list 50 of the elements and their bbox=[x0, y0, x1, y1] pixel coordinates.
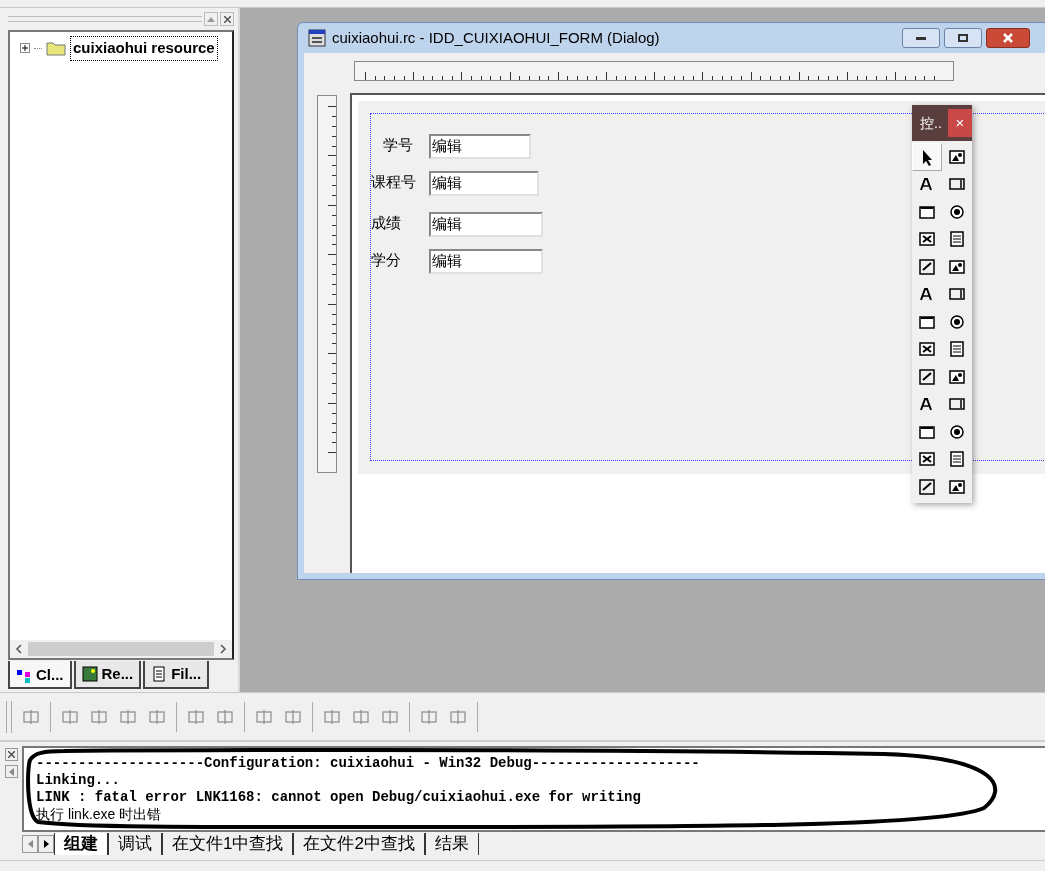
output-line: Linking... bbox=[36, 772, 120, 789]
picture-control-icon bbox=[948, 147, 966, 166]
field-label: 成绩 bbox=[371, 213, 402, 233]
close-icon bbox=[7, 751, 15, 758]
resource-icon bbox=[81, 666, 98, 682]
triangle-up-icon bbox=[207, 16, 215, 22]
triangle-left-icon bbox=[8, 767, 14, 776]
output-line: LINK : fatal error LNK1168: cannot open Debug/cuixiaohui.exe for writing bbox=[36, 789, 641, 806]
output-line: --------------------Configuration: cuixiaohui - Win32 Debug-------------------- bbox=[36, 755, 700, 772]
close-button[interactable] bbox=[4, 748, 18, 761]
chevron-right-icon[interactable] bbox=[219, 644, 227, 654]
close-icon bbox=[1002, 33, 1014, 43]
field-label: 学分 bbox=[371, 250, 402, 270]
control-tool[interactable] bbox=[912, 143, 942, 171]
workspace-tab[interactable]: Re... bbox=[73, 661, 142, 689]
close-button[interactable] bbox=[220, 12, 234, 26]
expand-icon[interactable] bbox=[20, 43, 30, 54]
maximize-button[interactable] bbox=[944, 28, 982, 48]
scroll-right-button[interactable] bbox=[38, 835, 54, 853]
output-tab[interactable]: 结果 bbox=[424, 833, 479, 855]
window-icon bbox=[308, 29, 326, 47]
output-tab[interactable]: 调试 bbox=[108, 833, 162, 855]
picture-control-icon bbox=[948, 477, 966, 496]
close-button[interactable]: × bbox=[948, 109, 972, 137]
field-label: 学号 bbox=[382, 135, 414, 155]
horizontal-scrollbar[interactable] bbox=[10, 640, 232, 658]
tree-item[interactable]: cuixiaohui resource bbox=[70, 36, 218, 61]
close-icon bbox=[223, 15, 231, 23]
workspace-tab[interactable]: Cl... bbox=[8, 661, 72, 689]
output-tab[interactable]: 在文件2中查找 bbox=[293, 833, 425, 855]
chevron-left-icon[interactable] bbox=[15, 644, 23, 654]
output-tab[interactable]: 组建 bbox=[54, 833, 108, 855]
triangle-right-icon bbox=[43, 840, 49, 848]
window-title: cuixiaohui.rc - IDD_CUIXIAOHUI_FORM (Dialog) bbox=[332, 27, 661, 48]
triangle-left-icon bbox=[27, 840, 33, 848]
palette-title: 控.. bbox=[920, 113, 942, 133]
minimize-button[interactable] bbox=[902, 28, 940, 48]
folder-icon bbox=[46, 40, 66, 57]
file-icon bbox=[151, 666, 168, 682]
edit-field[interactable]: 编辑 bbox=[429, 134, 531, 159]
output-tab[interactable]: 在文件1中查找 bbox=[162, 833, 294, 855]
check-box-icon bbox=[918, 230, 936, 249]
classes-icon bbox=[16, 667, 32, 684]
edit-field[interactable]: 编辑 bbox=[429, 171, 539, 196]
output-line: 执行 link.exe 时出错 bbox=[36, 806, 162, 823]
edit-field[interactable]: 编辑 bbox=[429, 212, 543, 237]
close-button[interactable] bbox=[986, 28, 1030, 48]
edit-field[interactable]: 编辑 bbox=[429, 249, 543, 274]
workspace-tab[interactable]: Fil... bbox=[143, 661, 210, 689]
field-label: 课程号 bbox=[371, 172, 417, 192]
